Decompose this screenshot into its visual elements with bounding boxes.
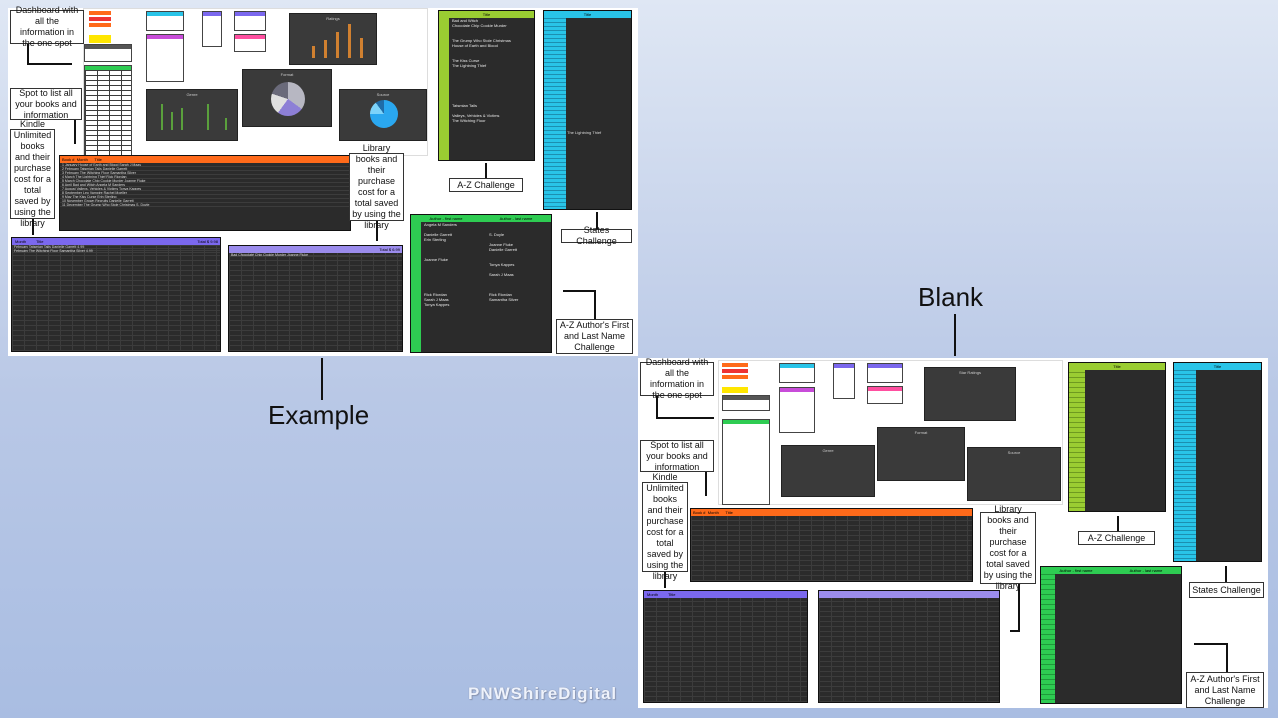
col-header: Book # (693, 510, 706, 515)
chart-title: Star Ratings (958, 370, 981, 375)
blank-dashboard: Star Ratings Format Genre Source (718, 360, 1063, 505)
states-header: Title (544, 11, 631, 18)
col-header: Title (668, 592, 676, 597)
author-header: Author - first name Author - last name (1041, 567, 1181, 574)
kindle-header: Month Title (644, 591, 807, 598)
example-library-table: Bad Chocolate Chip Cookie Murder Joanne … (228, 245, 403, 352)
callout-az-author: A-Z Author's First and Last Name Challen… (556, 319, 633, 354)
mini-table (89, 35, 111, 43)
col-header: Month (647, 592, 659, 597)
blank-az-challenge: Title (1068, 362, 1166, 512)
chart-title: Source (376, 92, 390, 97)
mini-table (84, 44, 132, 62)
example-az-challenge: Title Bad and Witch Chocolate Chip Cookie… (438, 10, 535, 161)
library-header (229, 246, 402, 253)
kindle-total: Total $ 9.98 (197, 239, 218, 244)
table-row: 11 December The Grump Who Stole Christma… (60, 203, 350, 207)
example-book-list: Book # Month Title 1 January House of Ea… (59, 155, 351, 231)
author-header: Author - first name Author - last name (411, 215, 551, 222)
author-name (486, 302, 551, 307)
col-header: Title (94, 157, 102, 162)
blank-book-list: Book # Month Title (690, 508, 973, 582)
blank-library-table (818, 590, 1000, 703)
book-list-header: Book # Month Title (60, 156, 350, 163)
az-title-row: The Witching Floor (452, 118, 486, 123)
source-chart: Source (339, 89, 427, 141)
col-header: Month (707, 510, 719, 515)
col-header: Month (76, 157, 88, 162)
blank-sheet: Star Ratings Format Genre Source Book # … (638, 358, 1268, 708)
mini-table (84, 65, 132, 156)
label-blank: Blank (918, 282, 984, 312)
callout-dashboard-blank: Dashboard with all the information in th… (640, 357, 714, 400)
table-row: February The Witching Floor Samantha Sil… (12, 249, 220, 253)
example-author-challenge: Author - first name Author - last name A… (410, 214, 552, 353)
library-header (819, 591, 999, 598)
callout-az-challenge: A-Z Challenge (449, 178, 523, 192)
callout-kindle: Kindle Unlimited books and their purchas… (10, 119, 55, 228)
callout-kindle-blank: Kindle Unlimited books and their purchas… (642, 472, 688, 581)
blank-states-challenge: Title (1173, 362, 1262, 562)
col-header: Book # (62, 157, 75, 162)
chart-title: Genre (186, 92, 198, 97)
library-total: Total $ 6.99 (379, 247, 400, 252)
label-example: Example (268, 400, 370, 430)
states-note: The Lightning Thief (567, 130, 602, 135)
genre-chart: Genre (146, 89, 238, 141)
col-header: Title (36, 239, 44, 244)
format-chart: Format (242, 69, 332, 127)
chart-title: Genre (822, 448, 834, 453)
chart-title: Source (1007, 450, 1021, 455)
az-header: Title (1069, 363, 1165, 370)
callout-library-blank: Library books and their purchase cost fo… (980, 504, 1036, 591)
watermark: PNWShireDigital (468, 684, 618, 703)
kindle-header: Month Title (12, 238, 220, 245)
author-name: Tonya Kappes (424, 302, 450, 307)
mini-table (234, 34, 266, 52)
callout-states-challenge: States Challenge (561, 225, 632, 246)
blank-kindle-table: Month Title (643, 590, 808, 703)
mini-table (89, 11, 111, 31)
mini-table (234, 11, 266, 31)
mini-table (202, 11, 222, 47)
callout-az-author-blank: A-Z Author's First and Last Name Challen… (1186, 672, 1264, 708)
ratings-chart: Ratings (289, 13, 377, 65)
callout-list-books: Spot to list all your books and informat… (10, 88, 82, 120)
callout-dashboard: Dashboard with all the information in th… (10, 5, 84, 48)
mini-table (146, 34, 184, 82)
chart-title: Ratings (326, 16, 340, 21)
blank-genre-chart: Genre (781, 445, 875, 497)
example-dashboard: Ratings Format Genre Source (83, 8, 428, 156)
example-kindle-table: Month Title February Tatsmian Tails Dani… (11, 237, 221, 352)
book-list-header: Book # Month Title (691, 509, 972, 516)
callout-library: Library books and their purchase cost fo… (349, 143, 404, 230)
col-header: Title (725, 510, 733, 515)
callout-states-challenge-blank: States Challenge (1189, 582, 1264, 598)
star-ratings-chart: Star Ratings (924, 367, 1016, 421)
col-header: Author - first name (429, 216, 463, 221)
blank-source-chart: Source (967, 447, 1061, 501)
author-row: Tonya Kappes (421, 302, 551, 307)
col-header: Author - last name (1129, 568, 1163, 573)
callout-list-books-blank: Spot to list all your books and informat… (640, 440, 714, 472)
example-states-challenge: Title The Lightning Thief (543, 10, 632, 210)
blank-author-challenge: Author - first name Author - last name (1040, 566, 1182, 704)
callout-az-challenge-blank: A-Z Challenge (1078, 531, 1155, 545)
mini-table (146, 11, 184, 31)
chart-title: Format (914, 430, 928, 435)
az-header: Title (439, 11, 534, 18)
blank-format-chart: Format (877, 427, 965, 481)
states-header: Title (1174, 363, 1261, 370)
col-header: Month (15, 239, 27, 244)
chart-title: Format (280, 72, 294, 77)
example-sheet: Ratings Format Genre Source Book # Month… (8, 8, 638, 356)
table-row: Bad Chocolate Chip Cookie Murder Joanne … (229, 253, 402, 257)
col-header: Author - first name (1059, 568, 1093, 573)
col-header: Author - last name (499, 216, 533, 221)
